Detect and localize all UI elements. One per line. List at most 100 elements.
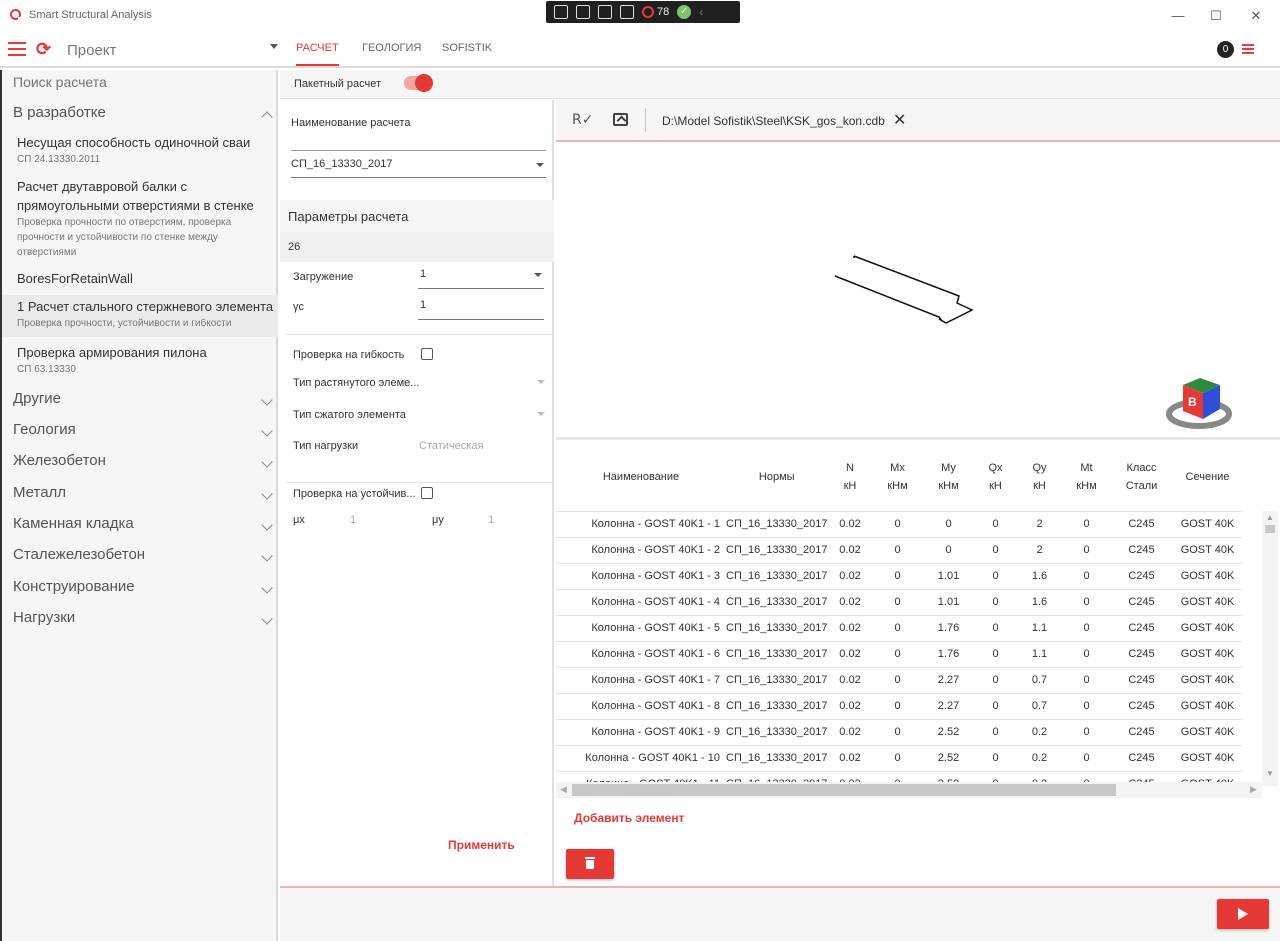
group-in-development[interactable]: В разработке (13, 104, 273, 123)
col-header-mt[interactable]: Mt кНм (1063, 443, 1111, 511)
group-geology[interactable]: Геология (13, 421, 273, 438)
capture-counter: 78 (642, 6, 669, 18)
table-cell: GOST 40K (1172, 719, 1243, 746)
table-row[interactable]: Колонна - GOST 40K1 - 4 СП_16_13330_2017 0… (556, 589, 1243, 616)
scroll-left-icon[interactable]: ◀ (560, 784, 567, 795)
orientation-cube-icon[interactable]: B (1166, 378, 1232, 429)
capture-toolbar: 78 ✓ ‹ (546, 1, 740, 23)
table-cell: 1.1 (1016, 615, 1063, 642)
scroll-thumb[interactable] (1265, 525, 1275, 533)
apply-button[interactable]: Применить (448, 838, 515, 852)
table-row[interactable]: Колонна - GOST 40K1 - 2 СП_16_13330_2017 0… (556, 537, 1243, 564)
table-row[interactable]: Колонна - GOST 40K1 - 1 СП_16_13330_2017 0… (556, 510, 1243, 538)
col-header-qy[interactable]: Qy кН (1017, 443, 1063, 511)
add-element-button[interactable]: Добавить элемент (574, 811, 684, 825)
list-item[interactable]: Проверка армирования пилона СП 63.13330 (2, 343, 278, 377)
table-row[interactable]: Колонна - GOST 40K1 - 10 СП_16_13330_2017… (556, 745, 1243, 772)
col-header-n[interactable]: NкН (828, 443, 873, 511)
tab-calculation[interactable]: РАСЧЕТ (296, 32, 339, 66)
options-menu-icon[interactable] (1242, 44, 1254, 56)
batch-toggle[interactable] (404, 74, 433, 92)
group-design[interactable]: Конструирование (13, 578, 273, 595)
mux-value[interactable]: 1 (350, 514, 356, 526)
search-input[interactable] (13, 74, 273, 90)
table-row[interactable]: Колонна - GOST 40K1 - 8 СП_16_13330_2017 0… (556, 693, 1243, 720)
close-file-icon[interactable]: ✕ (893, 110, 906, 130)
flex-checkbox[interactable] (421, 348, 433, 360)
capture-region-icon[interactable] (620, 5, 634, 19)
table-cell: 2 (1016, 537, 1063, 564)
scroll-right-icon[interactable]: ▶ (1250, 784, 1257, 795)
group-other[interactable]: Другие (13, 390, 273, 407)
capture-area-icon[interactable] (554, 5, 568, 19)
project-selector[interactable]: Проект (67, 42, 116, 59)
group-reinforced-concrete[interactable]: Железобетон (13, 452, 273, 469)
col-header-mx[interactable]: Mx кНм (873, 443, 923, 511)
chevron-down-icon[interactable] (537, 412, 545, 416)
col-header-steel-class[interactable]: Класс Стали (1111, 443, 1173, 511)
table-row[interactable]: Колонна - GOST 40K1 - 9 СП_16_13330_2017 0… (556, 719, 1243, 746)
col-header-norms[interactable]: Нормы (726, 443, 828, 511)
validate-icon[interactable]: R✓ (572, 112, 593, 128)
col-header-section[interactable]: Сечение (1173, 443, 1243, 511)
open-file-icon[interactable] (613, 113, 628, 126)
list-item[interactable]: Несущая способность одиночной сваи СП 24… (2, 133, 278, 167)
item-title: Несущая способность одиночной сваи (17, 135, 251, 150)
horizontal-scrollbar[interactable]: ◀ ▶ (556, 782, 1262, 798)
load-label: Загружение (293, 271, 354, 283)
scroll-up-icon[interactable]: ▲ (1266, 513, 1274, 522)
capture-window-icon[interactable] (598, 5, 612, 19)
group-loads[interactable]: Нагрузки (13, 609, 273, 626)
group-composite[interactable]: Сталежелезобетон (13, 546, 273, 563)
check-icon[interactable]: ✓ (677, 5, 692, 19)
scroll-thumb[interactable] (572, 784, 1116, 796)
run-button[interactable] (1217, 899, 1269, 929)
list-item[interactable]: BoresForRetainWall (2, 269, 278, 288)
notification-badge[interactable]: 0 (1217, 41, 1234, 58)
vertical-scrollbar[interactable]: ▲ ▼ (1262, 511, 1278, 786)
col-header-qx[interactable]: Qx кН (975, 443, 1017, 511)
norm-select[interactable]: СП_16_13330_2017 (291, 158, 546, 178)
table-row[interactable]: Колонна - GOST 40K1 - 6 СП_16_13330_2017 0… (556, 641, 1243, 668)
chevron-down-icon (536, 163, 544, 167)
table-cell: 1.01 (922, 563, 975, 590)
chevron-down-icon[interactable] (537, 380, 545, 384)
table-row[interactable]: Колонна - GOST 40K1 - 3 СП_16_13330_2017 0… (556, 563, 1243, 590)
beam-model (834, 255, 974, 324)
table-cell: GOST 40K (1172, 510, 1243, 538)
muy-value[interactable]: 1 (488, 514, 494, 526)
norm-value: СП_16_13330_2017 (291, 158, 393, 170)
table-cell: 2.27 (922, 667, 975, 694)
stability-checkbox[interactable] (421, 487, 433, 499)
refresh-icon[interactable]: ⟳ (36, 40, 51, 58)
col-header-my[interactable]: My кНм (923, 443, 975, 511)
model-viewer[interactable]: B (556, 143, 1280, 440)
gamma-label: γc (293, 301, 304, 313)
minimize-button[interactable]: — (1160, 4, 1196, 28)
table-cell: 1.1 (1016, 641, 1063, 668)
tab-geology[interactable]: ГЕОЛОГИЯ (362, 32, 421, 66)
maximize-button[interactable]: ☐ (1198, 4, 1234, 28)
list-item[interactable]: Расчет двутавровой балки с прямоугольным… (2, 177, 278, 260)
table-cell: 0 (872, 641, 923, 668)
gamma-input[interactable]: 1 (418, 299, 544, 320)
load-select[interactable]: 1 (418, 268, 544, 289)
table-cell: 0 (974, 745, 1017, 772)
scroll-down-icon[interactable]: ▼ (1266, 769, 1274, 778)
menu-icon[interactable] (8, 42, 26, 56)
group-masonry[interactable]: Каменная кладка (13, 515, 273, 532)
group-metal[interactable]: Металл (13, 484, 273, 501)
table-cell: 0.2 (1016, 719, 1063, 746)
col-header-name[interactable]: Наименование (556, 443, 726, 511)
group-label: Другие (13, 390, 62, 407)
list-item-selected[interactable]: 1 Расчет стального стержневого элемента … (2, 295, 278, 337)
chevron-left-icon[interactable]: ‹ (699, 5, 703, 19)
close-button[interactable]: ✕ (1238, 4, 1274, 28)
tab-sofistik[interactable]: SOFiSTiK (442, 32, 492, 66)
table-row[interactable]: Колонна - GOST 40K1 - 7 СП_16_13330_2017 0… (556, 667, 1243, 694)
delete-button[interactable] (566, 849, 614, 879)
table-row[interactable]: Колонна - GOST 40K1 - 5 СП_16_13330_2017 0… (556, 615, 1243, 642)
chevron-down-icon (261, 456, 273, 468)
capture-pointer-icon[interactable] (576, 5, 590, 19)
chevron-down-icon[interactable] (270, 44, 278, 49)
